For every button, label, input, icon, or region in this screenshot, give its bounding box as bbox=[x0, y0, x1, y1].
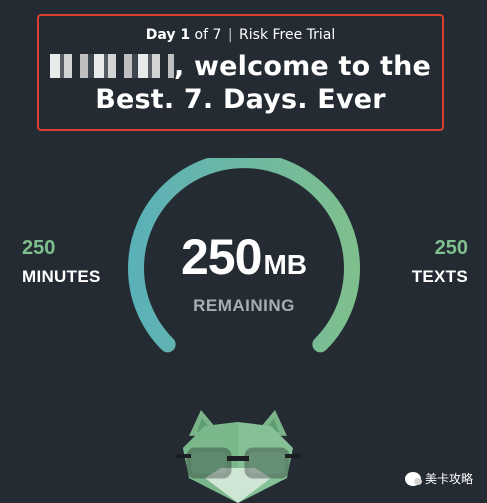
texts-count: 250 bbox=[434, 237, 468, 259]
texts-stat: 250 TEXTS bbox=[412, 236, 468, 294]
data-gauge: 250MB REMAINING bbox=[120, 158, 368, 358]
data-amount: 250 bbox=[181, 229, 262, 285]
day-label: Day 1 bbox=[145, 27, 191, 43]
remaining-caption: REMAINING bbox=[193, 296, 295, 315]
trial-banner: Day 1 of 7 | Risk Free Trial , welcome t… bbox=[37, 14, 444, 131]
fox-glasses-icon bbox=[175, 410, 301, 503]
separator: | bbox=[227, 27, 233, 43]
trial-label: Risk Free Trial bbox=[239, 27, 336, 43]
welcome-line-2: Best. 7. Days. Ever bbox=[95, 84, 386, 115]
day-of-label: of 7 bbox=[190, 27, 222, 43]
data-unit: MB bbox=[263, 249, 307, 280]
watermark-text: 美卡攻略 bbox=[424, 472, 473, 486]
minutes-label: MINUTES bbox=[22, 267, 101, 286]
welcome-heading: , welcome to the Best. 7. Days. Ever bbox=[39, 50, 442, 116]
watermark: 美卡攻略 bbox=[404, 470, 473, 487]
data-remaining-value: 250MB bbox=[120, 228, 368, 286]
trial-day-line: Day 1 of 7 | Risk Free Trial bbox=[39, 26, 442, 44]
minutes-stat: 250 MINUTES bbox=[22, 236, 101, 294]
texts-label: TEXTS bbox=[411, 267, 468, 286]
minutes-count: 250 bbox=[22, 237, 56, 259]
wechat-icon bbox=[404, 471, 422, 486]
redacted-name bbox=[49, 54, 174, 78]
welcome-line-1: , welcome to the bbox=[173, 51, 432, 82]
